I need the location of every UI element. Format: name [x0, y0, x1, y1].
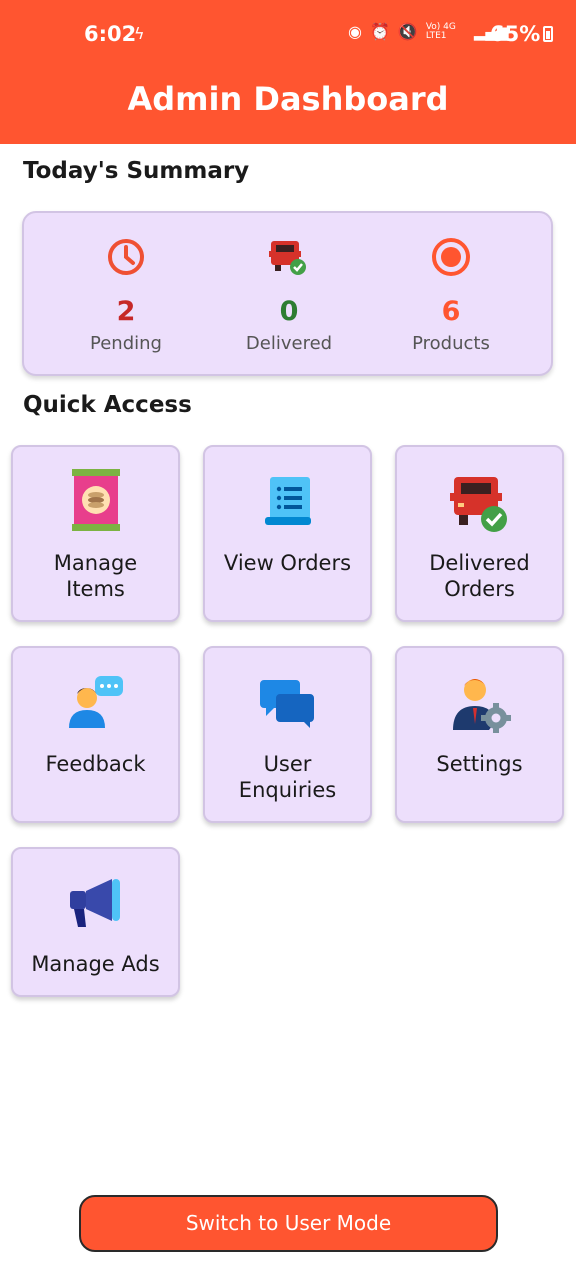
feedback-icon [13, 674, 178, 730]
delivered-count: 0 [279, 296, 299, 327]
clock-icon [46, 233, 206, 281]
summary-card: 2 Pending 0 Delivered 6 Products [22, 211, 553, 376]
page-title: Admin Dashboard [127, 80, 449, 118]
products-count: 6 [441, 296, 461, 327]
products-label: Products [412, 333, 490, 354]
tile-label: View Orders [205, 550, 370, 576]
delivered-truck-icon [397, 473, 562, 535]
status-time: 6:02 [84, 22, 137, 46]
tile-label-line1: Feedback [45, 752, 146, 776]
tile-label: Settings [397, 751, 562, 777]
battery-icon [543, 26, 554, 42]
tile-label: Manage Items [13, 550, 178, 602]
stat-pending[interactable]: 2 Pending [46, 233, 206, 354]
tile-user-enquiries[interactable]: User Enquiries [203, 646, 372, 823]
mute-icon: 🔇 [397, 22, 418, 41]
stat-delivered[interactable]: 0 Delivered [209, 233, 369, 354]
tile-label-line2: Enquiries [238, 778, 337, 802]
delivery-truck-icon [209, 233, 369, 281]
tile-label: Feedback [13, 751, 178, 777]
product-bag-icon [13, 467, 178, 533]
notification-icon: ◉ [348, 22, 362, 41]
switch-to-user-mode-button[interactable]: Switch to User Mode [79, 1195, 498, 1252]
tile-manage-ads[interactable]: Manage Ads [11, 847, 180, 997]
stat-products[interactable]: 6 Products [371, 233, 531, 354]
summary-title: Today's Summary [23, 158, 250, 184]
app-bar: 6:02 ϟ ◉ ⏰ 🔇 Vo) 4G LTE1 ▂▄▆ 65% Admin D… [0, 0, 576, 144]
target-icon [371, 233, 531, 281]
tile-label-line1: Manage [53, 551, 138, 575]
user-settings-icon [397, 672, 562, 734]
tile-label-line1: Manage Ads [31, 952, 160, 976]
charging-bolt-icon: ϟ [134, 24, 145, 43]
status-icons: ◉ ⏰ 🔇 Vo) 4G LTE1 ▂▄▆ [348, 22, 508, 41]
tile-label-line1: Settings [436, 752, 523, 776]
tile-label: User Enquiries [205, 751, 370, 803]
network-text: Vo) 4G LTE1 [425, 21, 456, 41]
tile-label-line1: View Orders [223, 551, 352, 575]
tile-label: Manage Ads [13, 951, 178, 977]
tile-delivered-orders[interactable]: Delivered Orders [395, 445, 564, 622]
tile-settings[interactable]: Settings [395, 646, 564, 823]
tile-label: Delivered Orders [397, 550, 562, 602]
status-bar: 6:02 ϟ ◉ ⏰ 🔇 Vo) 4G LTE1 ▂▄▆ 65% [0, 0, 576, 70]
order-list-icon [205, 475, 370, 529]
tile-view-orders[interactable]: View Orders [203, 445, 372, 622]
pending-label: Pending [90, 333, 162, 354]
battery-level: 65% [490, 22, 541, 46]
tile-label-line2: Orders [444, 577, 515, 601]
tile-feedback[interactable]: Feedback [11, 646, 180, 823]
tile-label-line2: Items [66, 577, 125, 601]
tile-manage-items[interactable]: Manage Items [11, 445, 180, 622]
tile-label-line1: Delivered [429, 551, 530, 575]
megaphone-icon [13, 875, 178, 931]
pending-count: 2 [116, 296, 136, 327]
quick-access-title: Quick Access [23, 392, 192, 418]
chat-bubbles-icon [205, 676, 370, 730]
tile-label-line1: User [263, 752, 312, 776]
battery-indicator: 65% [490, 22, 554, 46]
alarm-icon: ⏰ [369, 22, 390, 41]
delivered-label: Delivered [245, 333, 333, 354]
